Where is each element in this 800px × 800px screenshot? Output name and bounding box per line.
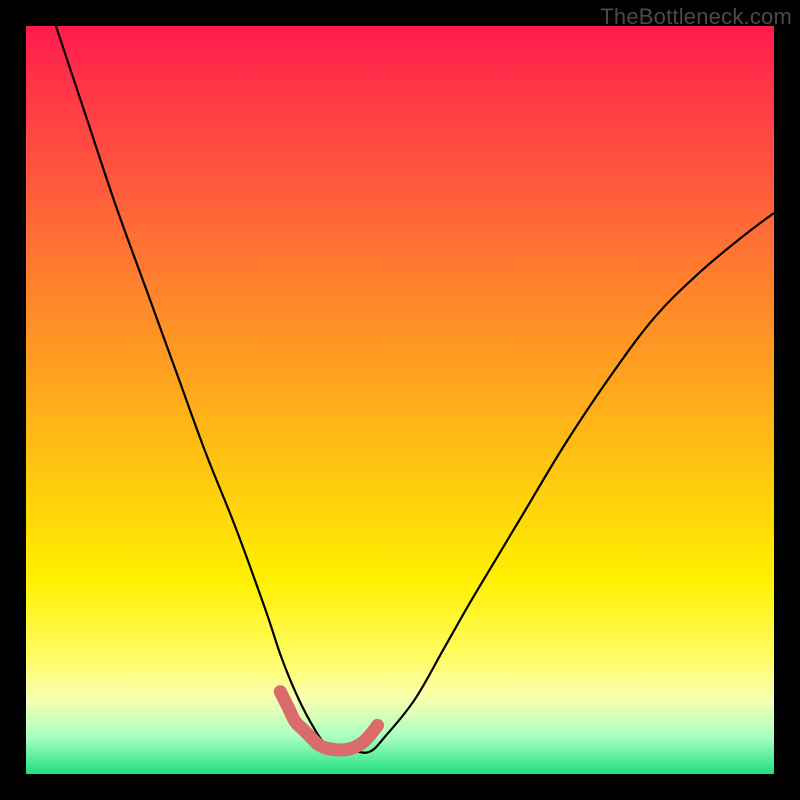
bottleneck-curve-path [56,26,774,753]
watermark-text: TheBottleneck.com [600,4,792,30]
highlight-segment-path [280,692,377,750]
chart-gradient-area [26,26,774,774]
bottleneck-chart [26,26,774,774]
